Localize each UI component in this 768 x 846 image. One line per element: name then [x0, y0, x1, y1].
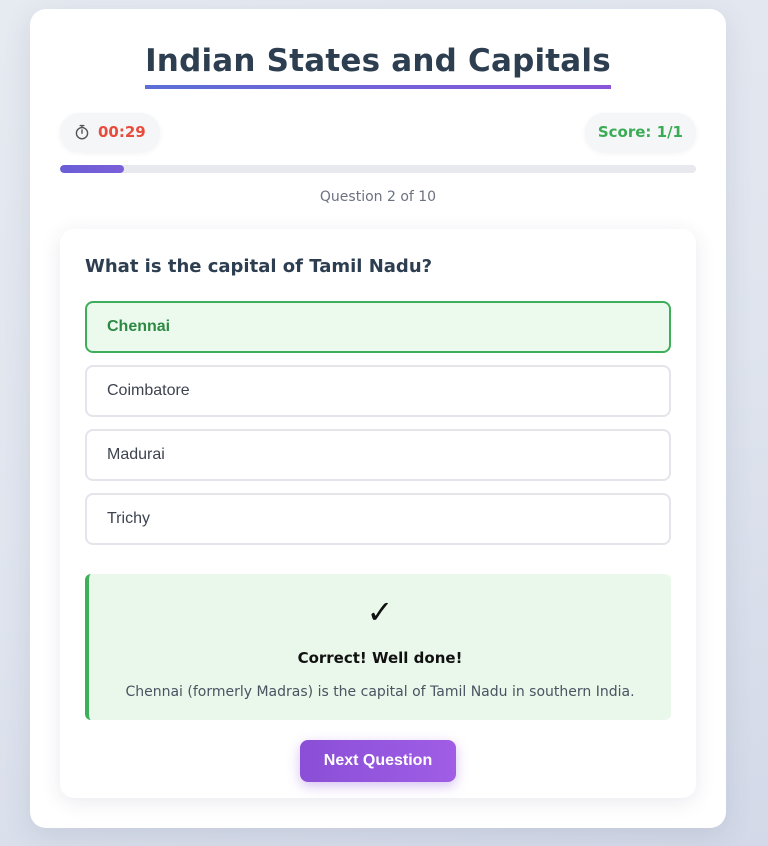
feedback-title: Correct! Well done!: [297, 649, 463, 667]
score-badge: Score: 1/1: [584, 113, 696, 151]
timer-value: 00:29: [98, 123, 146, 141]
feedback-panel: ✓ Correct! Well done! Chennai (formerly …: [85, 574, 671, 720]
option-trichy[interactable]: Trichy: [85, 493, 671, 545]
option-coimbatore[interactable]: Coimbatore: [85, 365, 671, 417]
feedback-explanation: Chennai (formerly Madras) is the capital…: [125, 684, 635, 700]
next-question-button[interactable]: Next Question: [300, 740, 456, 782]
option-madurai[interactable]: Madurai: [85, 429, 671, 481]
question-card: What is the capital of Tamil Nadu? Chenn…: [60, 229, 696, 798]
check-icon: ✓: [366, 593, 394, 631]
quiz-app: Indian States and Capitals 00:29 Score: …: [30, 9, 726, 828]
progress-fill: [60, 165, 124, 173]
title-wrapper: Indian States and Capitals: [30, 43, 726, 89]
page-title: Indian States and Capitals: [145, 43, 611, 89]
timer-badge: 00:29: [60, 113, 160, 151]
progress-bar: [60, 165, 696, 173]
options-list: Chennai Coimbatore Madurai Trichy: [85, 301, 671, 557]
question-counter: Question 2 of 10: [319, 189, 437, 205]
question-text: What is the capital of Tamil Nadu?: [85, 256, 433, 277]
option-chennai[interactable]: Chennai: [85, 301, 671, 353]
stopwatch-icon: [74, 124, 90, 140]
